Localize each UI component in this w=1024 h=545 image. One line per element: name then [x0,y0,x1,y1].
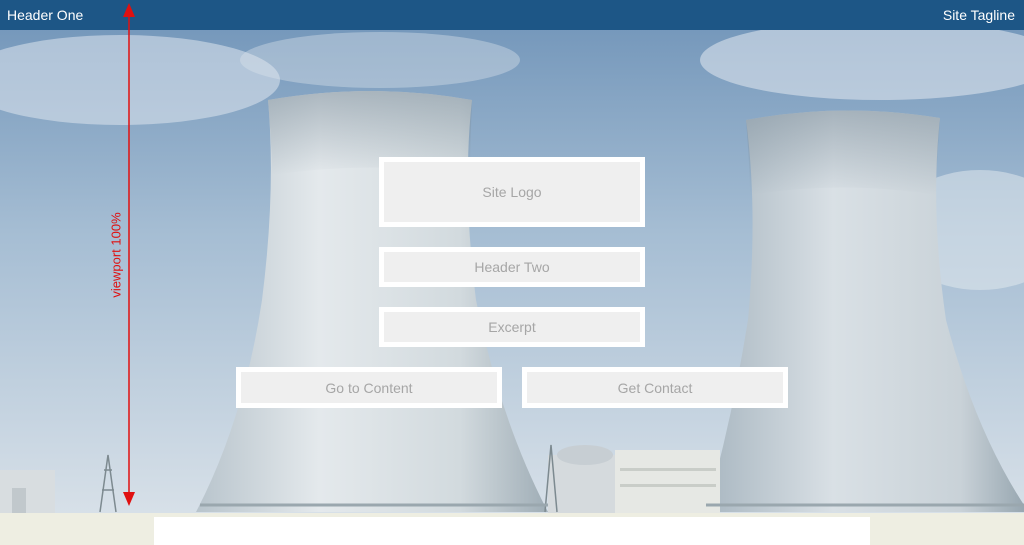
viewport-label: viewport 100% [108,212,124,298]
viewport-arrow-icon [123,3,135,506]
